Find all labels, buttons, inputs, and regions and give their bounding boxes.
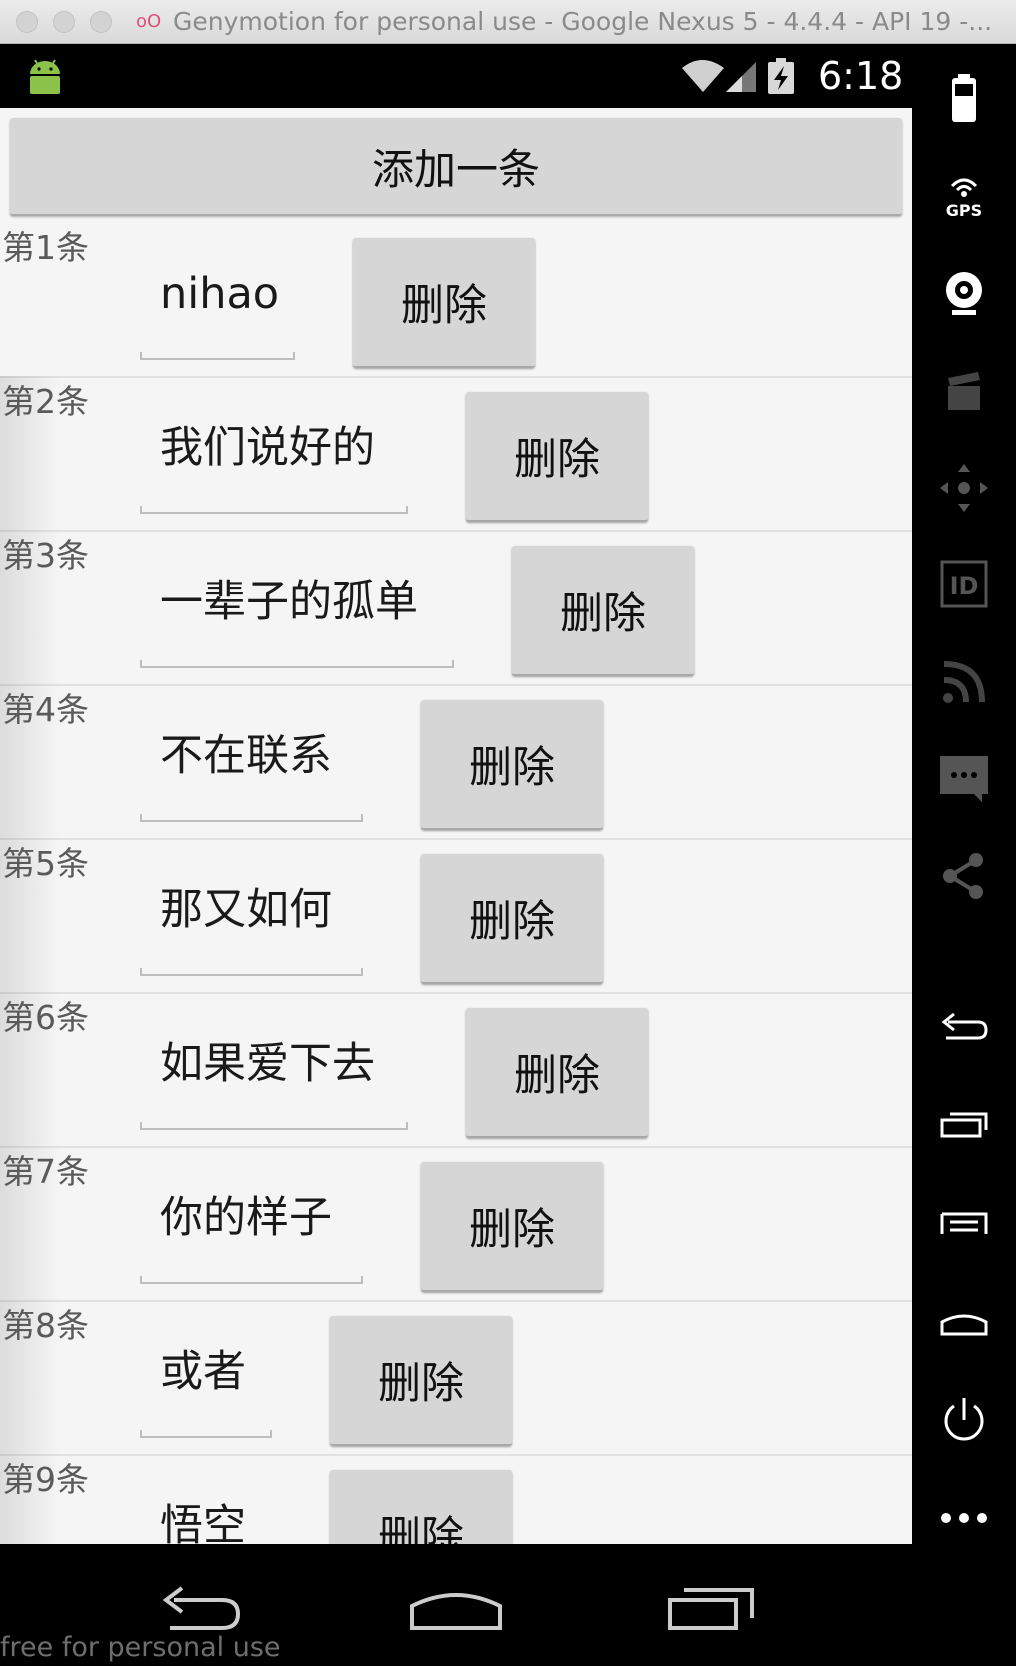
list-item: 第2条 我们说好的 删除	[0, 376, 912, 532]
dpad-icon	[940, 464, 988, 512]
dpad-button[interactable]	[934, 458, 994, 518]
id-label: ID	[950, 572, 979, 600]
emulator-toolbar: GPS ID	[912, 44, 1016, 1666]
item-text-field[interactable]: 你的样子	[160, 1190, 332, 1246]
item-text-underline	[140, 814, 363, 822]
minimize-window-button[interactable]	[53, 11, 75, 33]
more-button[interactable]	[934, 1488, 994, 1548]
window-title-bar: oO Genymotion for personal use - Google …	[0, 0, 1016, 44]
signal-icon	[726, 62, 756, 92]
item-text-field[interactable]: 一辈子的孤单	[160, 574, 418, 630]
delete-button[interactable]: 删除	[421, 854, 603, 984]
item-text-field[interactable]: 不在联系	[160, 728, 332, 784]
app-content: 添加一条 第1条 nihao 删除 第2条 我们说好的 删除 第3条 一辈子的孤…	[0, 108, 912, 1544]
menu-button[interactable]	[934, 1192, 994, 1252]
delete-button[interactable]: 删除	[330, 1470, 512, 1544]
item-text-field[interactable]: 或者	[160, 1344, 246, 1400]
home-icon	[940, 1314, 988, 1336]
nav-back-icon[interactable]	[156, 1584, 246, 1634]
item-index-label: 第5条	[2, 844, 89, 883]
list-item: 第4条 不在联系 删除	[0, 684, 912, 840]
delete-button[interactable]: 删除	[466, 1008, 648, 1138]
list-item: 第7条 你的样子 删除	[0, 1146, 912, 1302]
item-text-underline	[140, 352, 295, 360]
item-text-field[interactable]: 如果爱下去	[160, 1036, 375, 1092]
item-index-label: 第2条	[2, 382, 89, 421]
more-icon	[941, 1513, 987, 1523]
network-button[interactable]	[934, 652, 994, 712]
list-item: 第8条 或者 删除	[0, 1300, 912, 1456]
share-button[interactable]	[934, 846, 994, 906]
wifi-icon	[682, 60, 724, 92]
item-text-underline	[140, 660, 454, 668]
delete-button[interactable]: 删除	[353, 238, 535, 368]
item-index-label: 第7条	[2, 1152, 89, 1191]
close-window-button[interactable]	[16, 11, 38, 33]
sms-button[interactable]	[934, 748, 994, 808]
delete-button[interactable]: 删除	[512, 546, 694, 676]
back-button[interactable]	[934, 998, 994, 1058]
recent-apps-icon	[940, 1112, 988, 1138]
battery-button[interactable]	[934, 70, 994, 130]
battery-icon	[952, 74, 976, 122]
item-index-label: 第3条	[2, 536, 89, 575]
id-icon: ID	[940, 560, 988, 608]
zoom-window-button[interactable]	[90, 11, 112, 33]
nav-home-icon[interactable]	[408, 1584, 504, 1634]
status-icons	[682, 58, 794, 94]
back-icon	[941, 1012, 988, 1040]
delete-button[interactable]: 删除	[421, 1162, 603, 1292]
sms-icon	[940, 756, 988, 802]
webcam-button[interactable]	[934, 264, 994, 324]
webcam-icon	[946, 272, 982, 315]
delete-button[interactable]: 删除	[466, 392, 648, 522]
status-bar: 6:18	[0, 44, 912, 108]
item-index-label: 第4条	[2, 690, 89, 729]
delete-button[interactable]: 删除	[330, 1316, 512, 1446]
list-item: 第3条 一辈子的孤单 删除	[0, 530, 912, 686]
item-text-underline	[140, 1122, 408, 1130]
item-text-field[interactable]: 我们说好的	[160, 420, 375, 476]
gps-label: GPS	[946, 201, 982, 220]
item-text-underline	[140, 968, 363, 976]
genymotion-logo-icon: oO	[136, 11, 162, 32]
power-icon	[944, 1398, 984, 1441]
android-icon	[30, 59, 60, 94]
share-icon	[943, 853, 983, 899]
nav-recent-apps-icon[interactable]	[666, 1584, 756, 1634]
gps-button[interactable]: GPS	[934, 166, 994, 226]
device-id-button[interactable]: ID	[934, 554, 994, 614]
item-text-underline	[140, 1430, 272, 1438]
add-item-button[interactable]: 添加一条	[10, 118, 902, 216]
item-index-label: 第8条	[2, 1306, 89, 1345]
battery-charging-icon	[768, 58, 794, 94]
item-index-label: 第6条	[2, 998, 89, 1037]
item-text-field[interactable]: 那又如何	[160, 882, 332, 938]
item-index-label: 第9条	[2, 1460, 89, 1499]
item-text-underline	[140, 506, 408, 514]
power-button[interactable]	[934, 1390, 994, 1450]
rss-icon	[943, 661, 985, 703]
item-index-label: 第1条	[2, 228, 89, 267]
menu-icon	[940, 1212, 988, 1234]
item-text-field[interactable]: 悟空	[160, 1498, 246, 1544]
item-text-underline	[140, 1276, 363, 1284]
list-item: 第9条 悟空 删除	[0, 1454, 912, 1544]
delete-button[interactable]: 删除	[421, 700, 603, 830]
list-item: 第5条 那又如何 删除	[0, 838, 912, 994]
watermark-text: free for personal use	[0, 1632, 281, 1663]
home-button[interactable]	[934, 1292, 994, 1352]
screencast-button[interactable]	[934, 360, 994, 420]
status-clock: 6:18	[818, 54, 904, 98]
capture-icon	[948, 372, 980, 410]
list-item: 第6条 如果爱下去 删除	[0, 992, 912, 1148]
item-text-field[interactable]: nihao	[160, 266, 279, 322]
list-item: 第1条 nihao 删除	[0, 222, 912, 378]
window-title: Genymotion for personal use - Google Nex…	[173, 8, 993, 36]
gps-icon: GPS	[946, 178, 982, 220]
recent-apps-button[interactable]	[934, 1096, 994, 1156]
